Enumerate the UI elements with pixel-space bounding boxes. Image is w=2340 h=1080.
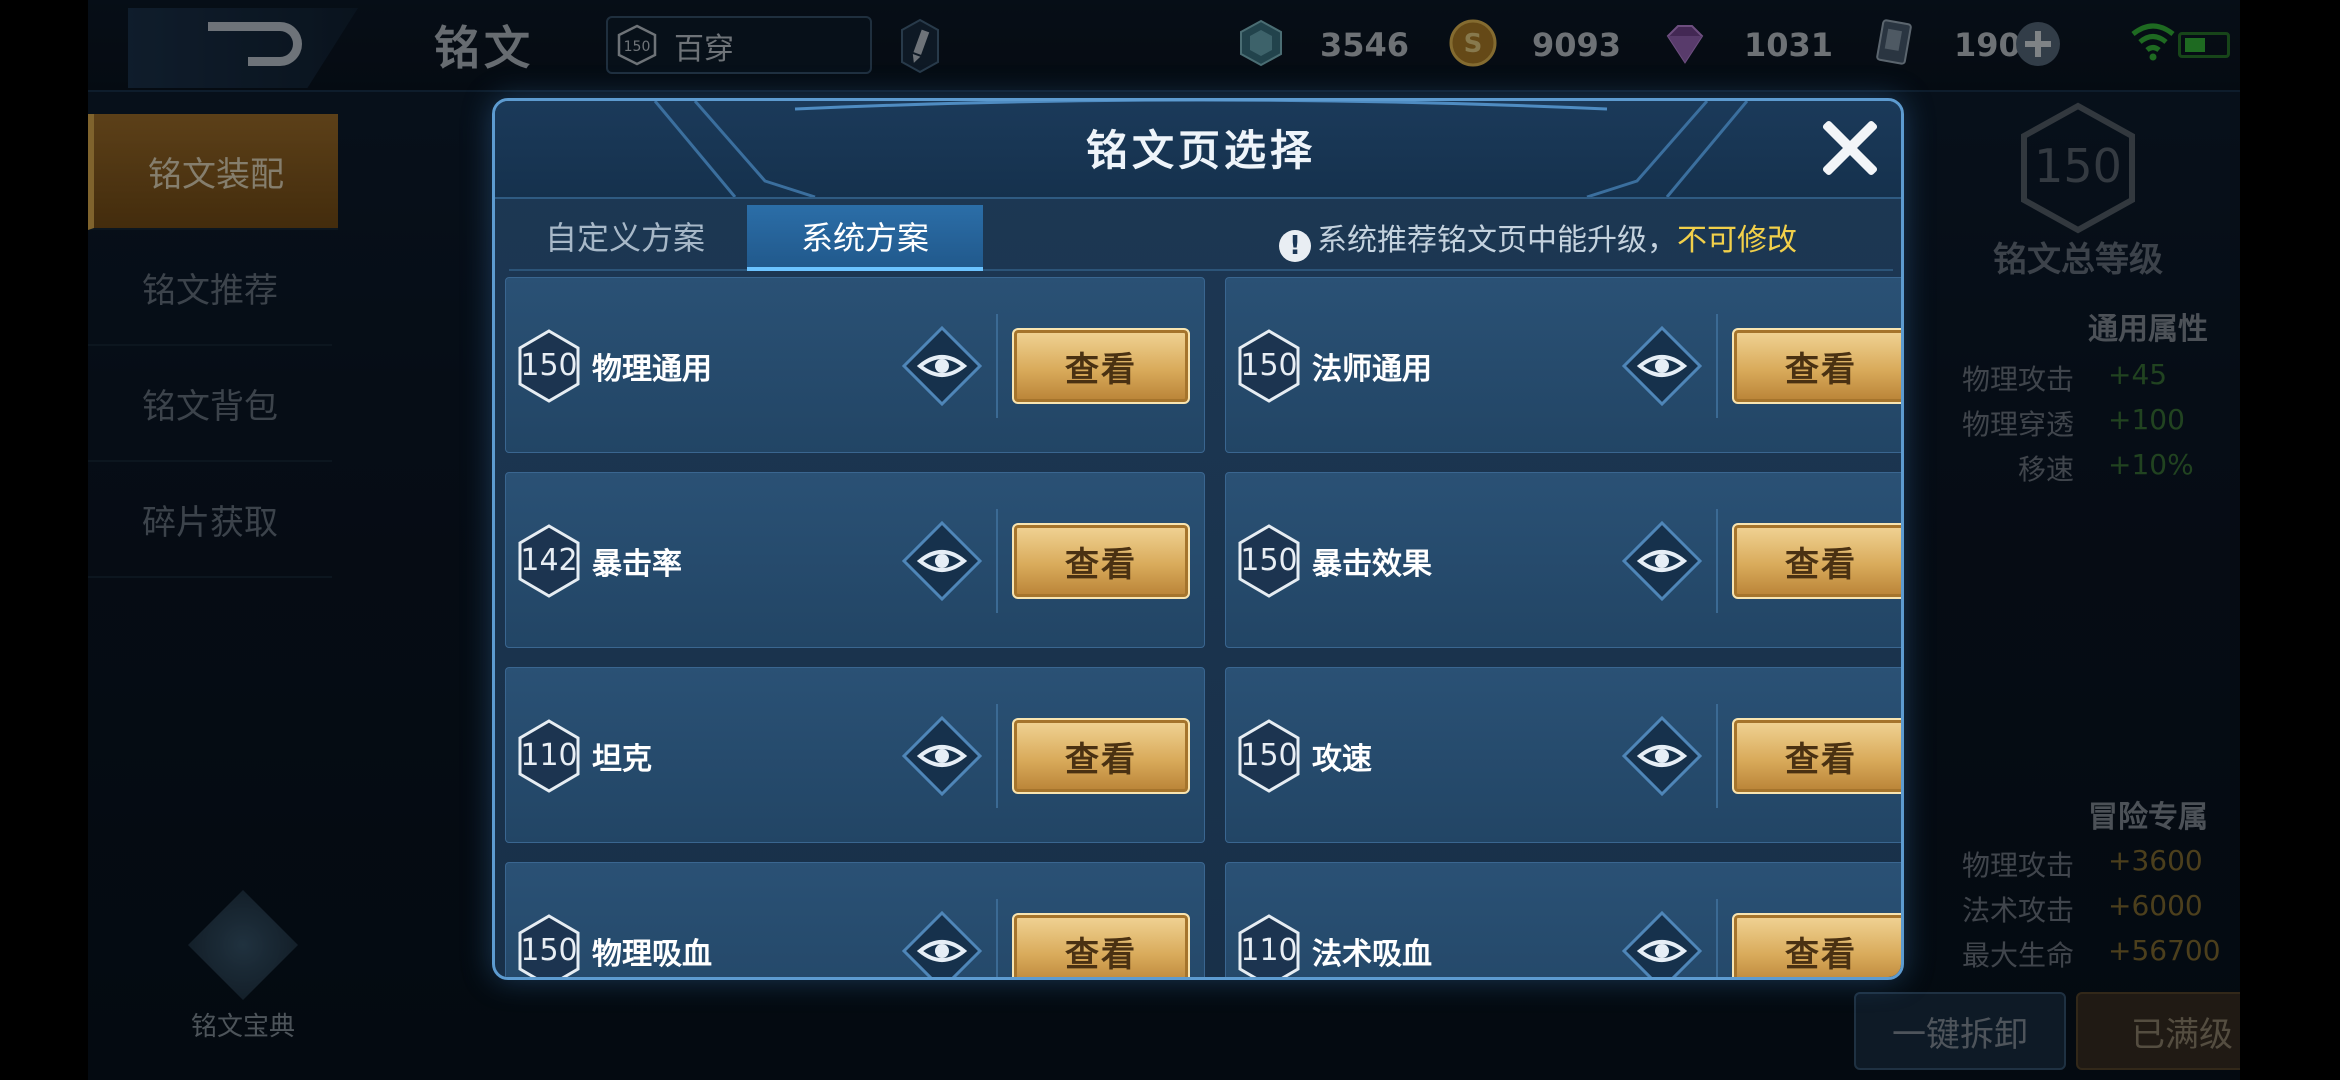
plan-card: 142 暴击率 查看 [505,472,1205,648]
plan-level-badge: 110 [1236,913,1302,977]
plan-card: 110 法术吸血 查看 [1225,862,1901,980]
plan-level-badge: 150 [1236,328,1302,404]
view-button[interactable]: 查看 [1012,913,1190,977]
plan-level-badge: 150 [516,913,582,977]
preview-eye-icon[interactable] [1622,326,1702,406]
warning-icon: ! [1279,230,1311,262]
view-button[interactable]: 查看 [1732,718,1901,794]
game-screen: 铭文 150 百穿 3546 S 9093 1031 190 铭文装配 铭文推荐… [88,0,2240,1080]
close-icon[interactable] [1815,115,1881,181]
card-divider [1716,314,1718,418]
tab-system-plan[interactable]: 系统方案 [747,205,983,271]
plan-level-badge: 142 [516,523,582,599]
plan-name: 物理通用 [592,352,712,387]
plan-level-badge: 150 [1236,718,1302,794]
plan-card: 150 物理通用 查看 [505,277,1205,453]
view-button[interactable]: 查看 [1732,523,1901,599]
plan-name: 法师通用 [1312,352,1432,387]
view-button[interactable]: 查看 [1012,718,1190,794]
plan-level: 110 [520,738,578,773]
preview-eye-icon[interactable] [1622,911,1702,980]
plan-level-badge: 110 [516,718,582,794]
view-button[interactable]: 查看 [1732,328,1901,404]
system-plan-notice: ! 系统推荐铭文页中能升级，不可修改 [1279,215,1797,262]
plan-card: 150 暴击效果 查看 [1225,472,1901,648]
tab-custom-plan[interactable]: 自定义方案 [509,205,741,267]
screen-edge-right [2240,0,2340,1080]
plan-level: 150 [1240,543,1298,578]
plan-name: 暴击效果 [1312,547,1432,582]
plan-card: 110 坦克 查看 [505,667,1205,843]
dialog-title: 铭文页选择 [1085,126,1316,175]
preview-eye-icon[interactable] [902,911,982,980]
plan-level: 110 [1240,933,1298,968]
plan-name: 法术吸血 [1312,937,1432,972]
preview-eye-icon[interactable] [902,521,982,601]
preview-eye-icon[interactable] [902,326,982,406]
notice-highlight: 不可修改 [1677,223,1797,258]
preview-eye-icon[interactable] [1622,716,1702,796]
card-divider [996,314,998,418]
screen-edge-left [0,0,88,1080]
preview-eye-icon[interactable] [902,716,982,796]
card-divider [1716,509,1718,613]
plan-level: 150 [1240,738,1298,773]
plan-name: 坦克 [592,742,652,777]
plan-level: 150 [1240,348,1298,383]
plan-level: 142 [520,543,578,578]
plan-level-badge: 150 [516,328,582,404]
plan-card: 150 物理吸血 查看 [505,862,1205,980]
view-button[interactable]: 查看 [1012,328,1190,404]
plan-name: 物理吸血 [592,937,712,972]
card-divider [996,704,998,808]
card-divider [996,509,998,613]
plan-card: 150 法师通用 查看 [1225,277,1901,453]
plan-name: 暴击率 [592,547,682,582]
view-button[interactable]: 查看 [1732,913,1901,977]
plan-level: 150 [520,933,578,968]
view-button[interactable]: 查看 [1012,523,1190,599]
dialog-header: 铭文页选择 [495,101,1901,199]
plan-name: 攻速 [1312,742,1372,777]
notice-text: 系统推荐铭文页中能升级， [1317,223,1677,258]
preview-eye-icon[interactable] [1622,521,1702,601]
page-select-dialog: 铭文页选择 自定义方案 系统方案 ! 系统推荐铭文页中能升级，不可修改 150 物… [492,98,1904,980]
plan-card: 150 攻速 查看 [1225,667,1901,843]
plan-level: 150 [520,348,578,383]
plan-level-badge: 150 [1236,523,1302,599]
plan-grid: 150 物理通用 查看 150 法师通用 查看 142 暴击率 查看 150 暴… [505,277,1901,980]
card-divider [1716,899,1718,977]
card-divider [996,899,998,977]
card-divider [1716,704,1718,808]
